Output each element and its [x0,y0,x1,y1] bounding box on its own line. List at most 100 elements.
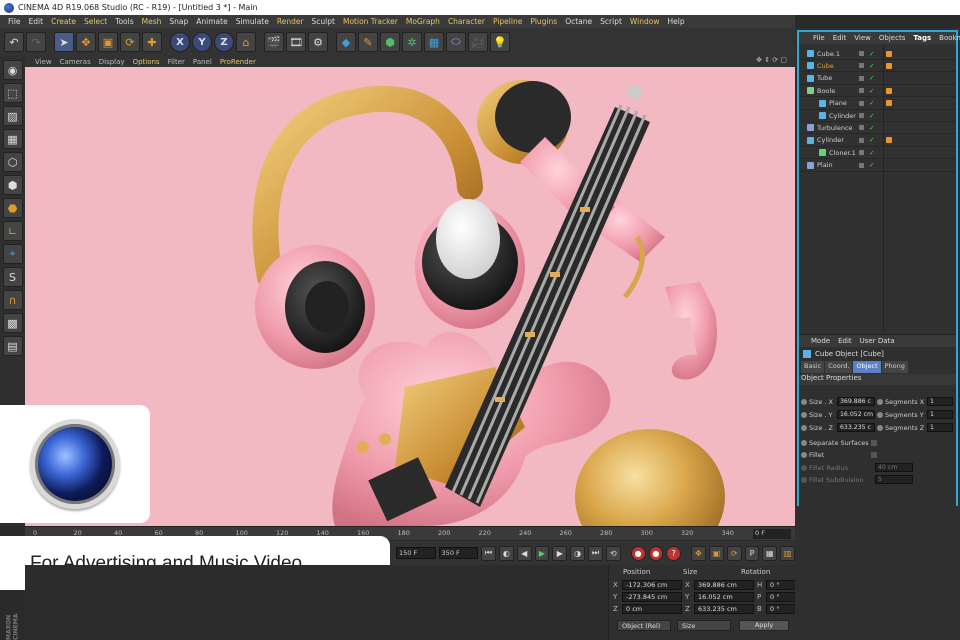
menu-item-script[interactable]: Script [596,17,626,26]
size-x-input[interactable]: 369.886 cm [694,580,754,590]
viewport-menu-prorender[interactable]: ProRender [216,58,260,66]
visibility-dot-icon[interactable] [859,137,864,143]
undo-icon[interactable]: ↶ [4,32,24,52]
go-to-start-icon[interactable]: ⏮ [481,545,496,561]
material-manager[interactable] [25,565,608,640]
visibility-dot-icon[interactable] [859,113,864,118]
menu-item-simulate[interactable]: Simulate [232,17,273,26]
cloner-icon[interactable]: ✲ [402,32,422,52]
visibility-dot-icon[interactable] [859,150,864,156]
position-z-input[interactable]: 0 cm [622,604,682,614]
visibility-dot-icon[interactable] [859,162,864,168]
coordinate-system-icon[interactable]: ⌂ [236,32,256,52]
z-axis-icon[interactable]: Z [214,32,234,52]
lock-icon[interactable]: ▤ [2,336,23,356]
visibility-dot-icon[interactable] [859,51,864,56]
object-row[interactable]: Tube ✓ [799,73,956,85]
timeline-window-icon[interactable]: ▥ [780,545,796,561]
select-tool-icon[interactable]: ➤ [54,32,74,52]
separate-surfaces-checkbox[interactable] [870,440,877,446]
position-y-input[interactable]: -273.845 cm [622,592,682,602]
viewport-menu-display[interactable]: Display [95,58,129,66]
key-pla-icon[interactable]: ▦ [762,545,778,561]
viewport-menu-view[interactable]: View [31,58,56,66]
visibility-dot-icon[interactable] [859,88,864,94]
sculpt-grid-icon[interactable]: ▩ [2,313,23,333]
render-settings-icon[interactable]: ⚙ [308,32,328,52]
menu-item-sculpt[interactable]: Sculpt [308,17,339,26]
anim-dot-icon[interactable] [877,424,883,431]
menu-item-plugins[interactable]: Plugins [526,17,561,26]
coord-mode-dropdown[interactable]: Object (Rel) [617,620,671,631]
material-tag-icon[interactable] [886,137,892,144]
viewport-menu-cameras[interactable]: Cameras [56,58,95,66]
next-key-icon[interactable]: ◑ [570,545,586,561]
size-y-input[interactable]: 16.052 cm [837,410,875,419]
tab-basic[interactable]: Basic [801,361,825,373]
object-menu-objects[interactable]: Objects [875,34,909,42]
go-to-end-icon[interactable]: ⏭ [588,545,603,561]
magnet-icon[interactable]: ∩ [2,290,23,310]
object-row[interactable]: Plain ✓ [799,160,956,172]
object-menu-tags[interactable]: Tags [909,34,935,42]
tweak-mode-icon[interactable]: ⌖ [2,244,23,264]
points-mode-icon[interactable]: ⬡ [2,152,23,172]
material-tag-icon[interactable] [886,62,892,69]
enabled-check-icon[interactable]: ✓ [869,161,874,169]
axis-mode-icon[interactable]: ∟ [2,221,23,241]
key-param-icon[interactable]: P [744,545,760,561]
key-scale-icon[interactable]: ▣ [708,545,724,561]
menu-item-octane[interactable]: Octane [561,17,596,26]
attribute-menu-user-data[interactable]: User Data [856,337,899,345]
segments-x-input[interactable]: 1 [927,397,953,406]
tab-object[interactable]: Object [853,361,881,373]
loop-icon[interactable]: ⟲ [605,545,621,561]
enabled-check-icon[interactable]: ✓ [869,50,874,58]
object-row[interactable]: Cube.1 ✓ [799,48,956,60]
menu-item-tools[interactable]: Tools [111,17,137,26]
fillet-checkbox[interactable] [871,452,877,458]
anim-dot-icon[interactable] [877,411,883,418]
menu-item-character[interactable]: Character [444,17,489,26]
anim-dot-icon[interactable] [801,424,807,431]
menu-item-motion-tracker[interactable]: Motion Tracker [339,17,402,26]
material-tag-icon[interactable] [886,87,892,94]
end-frame-field[interactable]: 350 F [438,547,479,559]
floor-scene-icon[interactable]: ▦ [424,32,444,52]
polygons-mode-icon[interactable]: ⬣ [2,198,23,218]
prev-frame-icon[interactable]: ◀ [516,545,532,561]
pen-spline-icon[interactable]: ✎ [358,32,378,52]
position-x-input[interactable]: -172.306 cm [622,580,682,590]
menu-item-help[interactable]: Help [663,17,688,26]
prev-key-icon[interactable]: ◐ [498,545,514,561]
menu-item-mesh[interactable]: Mesh [138,17,166,26]
menu-item-file[interactable]: File [4,17,25,26]
object-mode-icon[interactable]: ⬚ [2,83,23,103]
menu-item-edit[interactable]: Edit [25,17,48,26]
segments-z-input[interactable]: 1 [927,423,953,432]
size-x-input[interactable]: 369.886 c [837,397,875,406]
object-row[interactable]: Cylinder ✓ [799,110,956,122]
viewport-menu-options[interactable]: Options [129,58,164,66]
key-position-icon[interactable]: ✥ [691,545,706,561]
size-mode-dropdown[interactable]: Size [677,620,731,631]
menu-item-animate[interactable]: Animate [192,17,231,26]
autokey-icon[interactable]: ● [648,545,664,561]
menu-item-mograph[interactable]: MoGraph [402,17,444,26]
attribute-menu-mode[interactable]: Mode [807,337,834,345]
enabled-check-icon[interactable]: ✓ [869,62,874,70]
size-y-input[interactable]: 16.052 cm [694,592,754,602]
menu-item-pipeline[interactable]: Pipeline [489,17,526,26]
enabled-check-icon[interactable]: ✓ [869,87,874,95]
deformer-icon[interactable]: ⬭ [446,32,466,52]
model-mode-icon[interactable]: ◉ [2,60,23,80]
enabled-check-icon[interactable]: ✓ [869,112,874,120]
anim-dot-icon[interactable] [801,398,807,405]
anim-dot-icon[interactable] [877,398,883,405]
texture-mode-icon[interactable]: ▨ [2,106,23,126]
menu-item-select[interactable]: Select [80,17,111,26]
size-z-input[interactable]: 633.235 cm [694,604,754,614]
menu-item-window[interactable]: Window [626,17,664,26]
visibility-dot-icon[interactable] [859,125,864,131]
cube-primitive-icon[interactable]: ◆ [336,32,356,52]
